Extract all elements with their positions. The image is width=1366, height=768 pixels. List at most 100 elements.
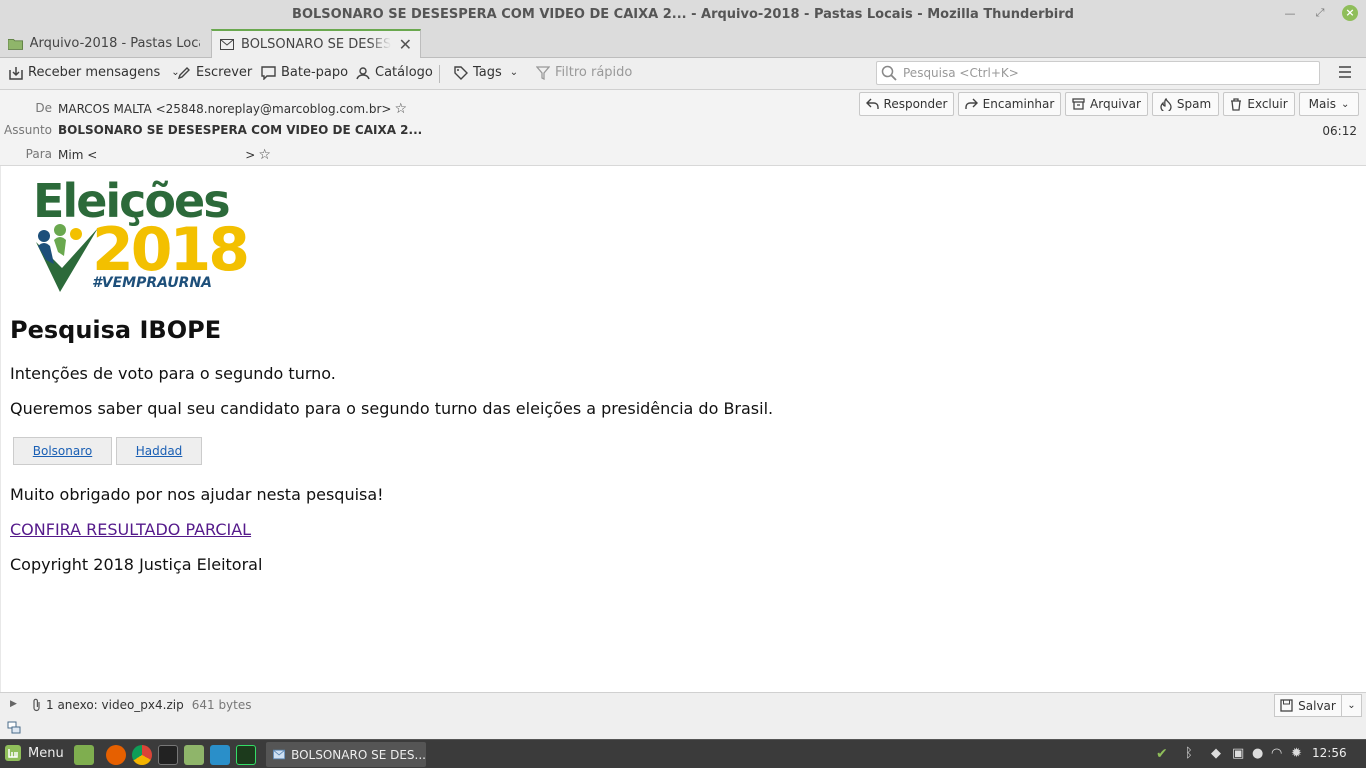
to-label: Para (25, 147, 52, 161)
partial-results-link[interactable]: CONFIRA RESULTADO PARCIAL (10, 520, 251, 539)
tab-message[interactable]: BOLSONARO SE DESESPERA ✕ (211, 29, 421, 58)
start-menu-button[interactable]: Menu (4, 744, 64, 762)
chat-button[interactable]: Bate-papo (261, 65, 348, 80)
expand-attachments-icon[interactable]: ▶ (10, 699, 17, 709)
tab-label: BOLSONARO SE DESESPERA (241, 37, 391, 52)
taskbar-window-label: BOLSONARO SE DES... (291, 747, 426, 762)
get-messages-button[interactable]: Receber mensagens ⌄ (9, 65, 180, 80)
question-line: Queremos saber qual seu candidato para o… (10, 399, 774, 418)
copyright-line: Copyright 2018 Justiça Eleitoral (10, 555, 263, 574)
tab-bar: Arquivo-2018 - Pastas Locais BOLSONARO S… (0, 29, 1366, 58)
redacted-address (100, 149, 242, 161)
chat-bubble-icon (261, 65, 276, 80)
save-label: Salvar (1298, 698, 1336, 713)
to-suffix: > (245, 148, 256, 162)
status-bar (0, 718, 1366, 739)
save-icon (1280, 699, 1293, 712)
contacts-icon (356, 66, 370, 79)
bluetooth-icon[interactable]: ᛒ (1185, 746, 1193, 761)
envelope-icon (220, 39, 234, 50)
window-controls: — ⤢ × (1282, 5, 1358, 21)
taskbar-thunderbird-window[interactable]: BOLSONARO SE DES... (266, 742, 426, 767)
from-field: MARCOS MALTA <25848.noreplay@marcoblog.c… (58, 101, 407, 117)
message-header: De MARCOS MALTA <25848.noreplay@marcoblo… (0, 90, 1366, 166)
to-field: Mim < > ☆ (58, 147, 271, 163)
linux-mint-logo-icon (5, 745, 21, 761)
tags-button[interactable]: Tags ⌄ (454, 65, 518, 80)
connection-status-icon[interactable] (7, 721, 21, 735)
vote-haddad-button[interactable]: Haddad (116, 437, 202, 465)
system-taskbar: Menu BOLSONARO SE DES... ✔ ᛒ ◆ ▣ ● ◠ ✹ 1… (0, 739, 1366, 768)
pencil-icon (177, 66, 190, 79)
dropbox-icon[interactable]: ◆ (1211, 746, 1221, 761)
search-box[interactable] (876, 61, 1320, 85)
message-body: Eleições 2018 #VEMPRAURNA Pesquisa IBOPE… (0, 166, 1366, 692)
filter-icon (536, 65, 550, 80)
app-menu-button[interactable] (1338, 66, 1352, 78)
logo-year: 2018 (92, 215, 250, 285)
chrome-icon[interactable] (132, 745, 152, 765)
logo-hashtag: #VEMPRAURNA (92, 275, 213, 291)
firefox-icon[interactable] (106, 745, 126, 765)
quick-filter-label: Filtro rápido (555, 65, 633, 80)
message-time: 06:12 (1322, 124, 1357, 138)
more-label: Mais (1308, 97, 1336, 111)
intro-line: Intenções de voto para o segundo turno. (10, 364, 336, 383)
attachment-info[interactable]: 1 anexo: video_px4.zip 641 bytes (32, 698, 252, 712)
window-titlebar: BOLSONARO SE DESESPERA COM VIDEO DE CAIX… (0, 0, 1366, 29)
search-input[interactable] (903, 66, 1303, 80)
from-label: De (35, 101, 52, 115)
minimize-icon[interactable]: — (1282, 7, 1298, 20)
chevron-down-icon: ⌄ (1347, 700, 1356, 711)
flame-icon (1160, 97, 1172, 111)
activity-monitor-icon[interactable] (236, 745, 256, 765)
brightness-icon[interactable]: ✹ (1291, 746, 1302, 761)
vote-bolsonaro-button[interactable]: Bolsonaro (13, 437, 112, 465)
address-book-label: Catálogo (375, 65, 433, 80)
tags-label: Tags (473, 65, 502, 80)
user-icon[interactable]: ● (1252, 746, 1263, 761)
write-button[interactable]: Escrever (177, 65, 252, 80)
delete-button[interactable]: Excluir (1223, 92, 1295, 116)
quick-filter-button[interactable]: Filtro rápido (536, 65, 632, 80)
chevron-down-icon: ⌄ (1340, 98, 1350, 110)
system-monitor-icon[interactable] (210, 745, 230, 765)
star-icon[interactable]: ☆ (258, 147, 271, 163)
close-tab-icon[interactable]: ✕ (399, 35, 412, 54)
clock[interactable]: 12:56 (1312, 746, 1347, 760)
wifi-icon[interactable]: ◠ (1271, 746, 1282, 761)
shield-check-icon[interactable]: ✔ (1156, 746, 1168, 762)
spam-button[interactable]: Spam (1152, 92, 1219, 116)
reply-icon (865, 98, 879, 109)
thanks-line: Muito obrigado por nos ajudar nesta pesq… (10, 485, 384, 504)
files-icon[interactable] (184, 745, 204, 765)
folder-icon (8, 38, 23, 50)
star-icon[interactable]: ☆ (394, 101, 407, 117)
from-value[interactable]: MARCOS MALTA <25848.noreplay@marcoblog.c… (58, 102, 391, 116)
to-prefix[interactable]: Mim < (58, 148, 97, 162)
tab-folder[interactable]: Arquivo-2018 - Pastas Locais (0, 29, 208, 58)
spam-label: Spam (1176, 97, 1212, 111)
save-options-button[interactable]: ⌄ (1342, 694, 1362, 717)
save-attachment-button[interactable]: Salvar (1274, 694, 1342, 717)
archive-button[interactable]: Arquivar (1065, 92, 1148, 116)
restore-icon[interactable]: ⤢ (1312, 6, 1328, 20)
paperclip-icon (33, 698, 40, 712)
window-title: BOLSONARO SE DESESPERA COM VIDEO DE CAIX… (292, 7, 1074, 22)
address-book-button[interactable]: Catálogo (356, 65, 433, 80)
more-button[interactable]: Mais ⌄ (1299, 92, 1359, 116)
clipboard-icon[interactable]: ▣ (1232, 746, 1244, 761)
envelope-icon (273, 749, 286, 760)
search-icon (881, 65, 897, 81)
forward-button[interactable]: Encaminhar (958, 92, 1061, 116)
show-desktop-icon[interactable] (74, 745, 94, 765)
reply-label: Responder (883, 97, 948, 111)
subject-label: Assunto (4, 123, 52, 137)
survey-heading: Pesquisa IBOPE (10, 316, 222, 344)
attachment-size: 641 bytes (191, 698, 252, 712)
reply-button[interactable]: Responder (859, 92, 954, 116)
toolbar-separator (439, 65, 440, 83)
archive-icon (1072, 98, 1085, 110)
terminal-icon[interactable] (158, 745, 178, 765)
close-icon[interactable]: × (1342, 5, 1358, 21)
